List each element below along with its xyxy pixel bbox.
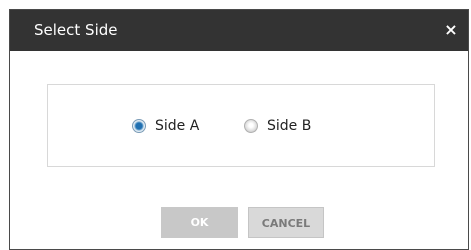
side-options-group: Side A Side B [47, 84, 435, 167]
radio-side-b-label: Side B [267, 118, 312, 134]
select-side-dialog: Select Side × Side A Side B OK CANCEL [9, 9, 469, 250]
dialog-title: Select Side [34, 21, 118, 39]
radio-selected-icon[interactable] [132, 119, 146, 133]
radio-unselected-icon[interactable] [244, 119, 258, 133]
close-icon[interactable]: × [440, 19, 462, 41]
dialog-titlebar: Select Side × [10, 10, 468, 51]
cancel-button[interactable]: CANCEL [248, 207, 324, 238]
radio-side-a-label: Side A [155, 118, 200, 134]
ok-button[interactable]: OK [161, 207, 238, 238]
